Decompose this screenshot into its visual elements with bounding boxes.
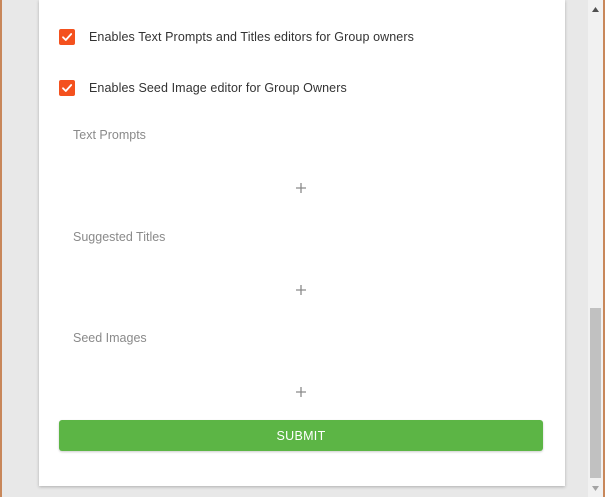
checkmark-icon [62, 84, 73, 92]
vertical-scrollbar[interactable] [588, 0, 603, 497]
triangle-up-icon [592, 6, 599, 12]
section-label-seed-images: Seed Images [73, 331, 147, 345]
settings-card: Enables Text Prompts and Titles editors … [39, 0, 565, 486]
add-suggested-title-button[interactable] [291, 280, 311, 300]
window-frame: Enables Text Prompts and Titles editors … [0, 0, 605, 497]
section-label-suggested-titles: Suggested Titles [73, 230, 166, 244]
plus-icon [296, 285, 306, 295]
add-seed-image-button[interactable] [291, 382, 311, 402]
triangle-down-icon [592, 485, 599, 491]
option-label: Enables Text Prompts and Titles editors … [89, 30, 414, 44]
scroll-thumb[interactable] [590, 308, 601, 478]
checkbox-text-prompts-titles[interactable] [59, 29, 75, 45]
option-row-text-prompts-titles[interactable]: Enables Text Prompts and Titles editors … [59, 27, 414, 47]
scroll-up-arrow[interactable] [588, 2, 603, 16]
option-row-seed-image[interactable]: Enables Seed Image editor for Group Owne… [59, 78, 347, 98]
option-label: Enables Seed Image editor for Group Owne… [89, 81, 347, 95]
add-text-prompt-button[interactable] [291, 178, 311, 198]
plus-icon [296, 387, 306, 397]
section-label-text-prompts: Text Prompts [73, 128, 146, 142]
checkbox-seed-image[interactable] [59, 80, 75, 96]
scroll-down-arrow[interactable] [588, 481, 603, 495]
checkmark-icon [62, 33, 73, 41]
submit-button[interactable]: SUBMIT [59, 420, 543, 451]
plus-icon [296, 183, 306, 193]
